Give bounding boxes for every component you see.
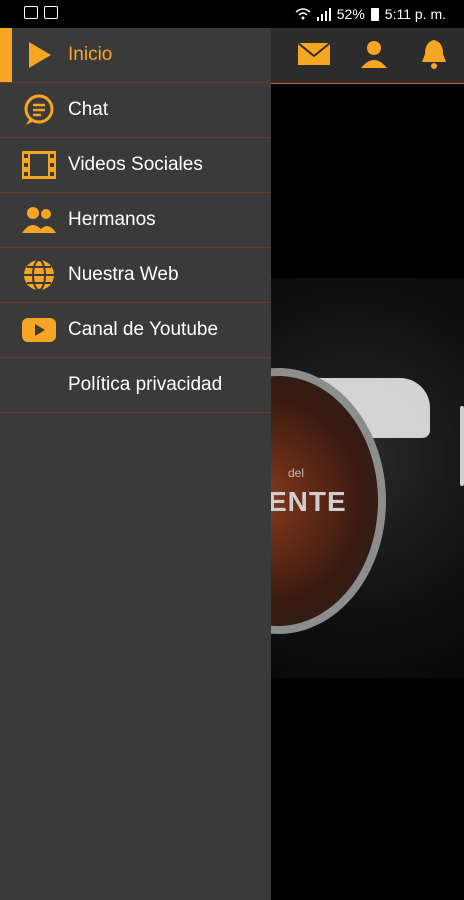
chat-bubble-icon xyxy=(12,83,66,137)
battery-percent: 52% xyxy=(336,6,365,22)
logo-text: ENTE xyxy=(268,486,347,517)
wifi-icon xyxy=(295,7,311,19)
menu-item-politica-privacidad[interactable]: Política privacidad xyxy=(0,358,271,413)
scroll-indicator xyxy=(460,406,464,486)
active-indicator xyxy=(0,28,12,82)
menu-item-label: Canal de Youtube xyxy=(68,319,219,340)
menu-item-label: Chat xyxy=(68,99,109,120)
film-icon xyxy=(12,138,66,192)
sync-notification-icon xyxy=(44,6,58,19)
menu-item-nuestra-web[interactable]: Nuestra Web xyxy=(0,248,271,303)
menu-item-inicio[interactable]: Inicio xyxy=(0,28,271,83)
menu-item-hermanos[interactable]: Hermanos xyxy=(0,193,271,248)
menu-item-label: Videos Sociales xyxy=(68,154,203,175)
menu-item-videos-sociales[interactable]: Videos Sociales xyxy=(0,138,271,193)
signal-icon xyxy=(316,7,331,21)
mail-icon[interactable] xyxy=(294,34,334,74)
people-icon xyxy=(12,193,66,247)
battery-icon xyxy=(370,7,379,21)
status-right: 52% 5:11 p. m. xyxy=(295,6,446,22)
menu-item-chat[interactable]: Chat xyxy=(0,83,271,138)
gallery-notification-icon xyxy=(24,6,38,19)
menu-item-canal-youtube[interactable]: Canal de Youtube xyxy=(0,303,271,358)
menu-item-label: Política privacidad xyxy=(68,374,223,395)
menu-item-spacer xyxy=(12,358,66,412)
navigation-drawer: Inicio Chat Videos Sociales Hermanos Nue… xyxy=(0,28,271,900)
youtube-icon xyxy=(12,303,66,357)
menu-item-label: Nuestra Web xyxy=(68,264,179,285)
status-bar: 52% 5:11 p. m. xyxy=(0,0,464,28)
logo-small-text: del xyxy=(288,466,305,480)
play-icon xyxy=(12,28,66,82)
status-left xyxy=(24,6,58,19)
menu-item-label: Inicio xyxy=(68,44,113,65)
globe-icon xyxy=(12,248,66,302)
user-icon[interactable] xyxy=(354,34,394,74)
bell-icon[interactable] xyxy=(414,34,454,74)
status-time: 5:11 p. m. xyxy=(384,6,446,22)
menu-item-label: Hermanos xyxy=(68,209,156,230)
